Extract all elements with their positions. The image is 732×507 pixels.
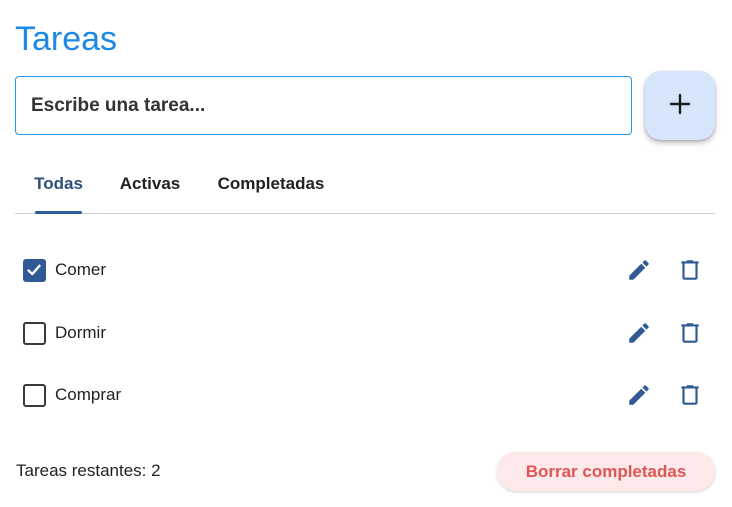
pencil-icon [629, 385, 649, 405]
task-checkbox[interactable] [23, 322, 46, 345]
task-label: Dormir [55, 323, 106, 342]
edit-task-button[interactable] [625, 319, 653, 347]
tab-activas[interactable]: Activas [119, 160, 181, 212]
page-title: Tareas [15, 20, 118, 58]
tab-label: Completadas [217, 173, 325, 193]
trash-icon [681, 260, 699, 280]
task-label: Comer [55, 260, 107, 279]
plus-icon [669, 93, 691, 118]
tab-label: Todas [34, 173, 83, 193]
delete-task-button[interactable] [676, 381, 704, 409]
delete-task-button[interactable] [676, 256, 704, 284]
edit-task-button[interactable] [625, 256, 653, 284]
new-task-field[interactable] [15, 76, 632, 135]
delete-task-button[interactable] [676, 319, 704, 347]
pencil-icon [629, 260, 649, 280]
task-item: Comprar [15, 375, 715, 415]
task-item: Dormir [15, 313, 715, 353]
filter-tabs: Todas Activas Completadas [15, 160, 715, 214]
pencil-icon [629, 323, 649, 343]
check-icon [27, 264, 41, 276]
clear-completed-button[interactable]: Borrar completadas [497, 452, 715, 491]
tab-completadas[interactable]: Completadas [217, 160, 325, 212]
task-checkbox[interactable] [23, 259, 46, 282]
edit-task-button[interactable] [625, 381, 653, 409]
task-checkbox[interactable] [23, 384, 46, 407]
task-label: Comprar [55, 385, 122, 404]
add-task-button[interactable] [645, 71, 715, 140]
task-item: Comer [15, 250, 715, 290]
remaining-count: Tareas restantes: 2 [16, 461, 161, 480]
trash-icon [681, 385, 699, 405]
trash-icon [681, 323, 699, 343]
tab-label: Activas [119, 173, 181, 193]
tab-todas[interactable]: Todas [34, 160, 83, 214]
new-task-input[interactable] [16, 77, 631, 134]
